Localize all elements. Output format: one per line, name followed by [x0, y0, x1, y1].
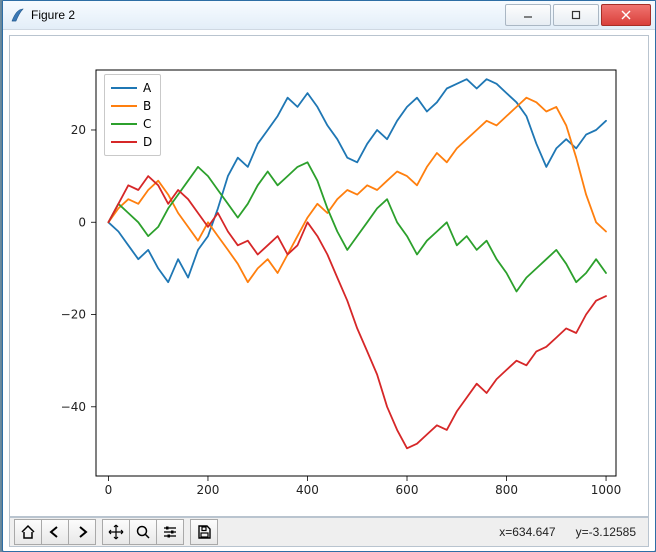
- tk-feather-icon: [9, 7, 25, 23]
- pan-button[interactable]: [102, 519, 130, 545]
- svg-text:400: 400: [296, 483, 319, 497]
- legend-entry: D: [111, 133, 152, 151]
- arrow-right-icon: [74, 524, 90, 540]
- legend-entry: B: [111, 97, 152, 115]
- legend-label: A: [143, 79, 151, 97]
- legend-entry: A: [111, 79, 152, 97]
- sliders-icon: [162, 524, 178, 540]
- legend-swatch: [111, 141, 137, 143]
- cursor-coords: x=634.647 y=-3.12585: [499, 525, 636, 539]
- svg-text:−40: −40: [61, 400, 86, 414]
- zoom-button[interactable]: [130, 519, 157, 545]
- forward-button[interactable]: [69, 519, 96, 545]
- save-button[interactable]: [190, 519, 218, 545]
- save-icon: [196, 524, 212, 540]
- maximize-button[interactable]: [553, 4, 599, 26]
- close-button[interactable]: [601, 4, 651, 26]
- svg-text:600: 600: [396, 483, 419, 497]
- svg-text:1000: 1000: [591, 483, 622, 497]
- svg-text:800: 800: [495, 483, 518, 497]
- title-bar: Figure 2: [3, 1, 655, 30]
- legend-swatch: [111, 105, 137, 107]
- svg-text:200: 200: [197, 483, 220, 497]
- svg-text:−20: −20: [61, 308, 86, 322]
- legend-label: C: [143, 115, 151, 133]
- home-button[interactable]: [14, 519, 42, 545]
- mpl-toolbar: x=634.647 y=-3.12585: [9, 517, 649, 547]
- svg-text:0: 0: [78, 215, 86, 229]
- app-window: Figure 2 0 200 400 600 800 1000 −40 −20 0 20 ABCD: [2, 0, 656, 552]
- window-title: Figure 2: [31, 8, 503, 22]
- zoom-icon: [135, 524, 151, 540]
- figure-canvas[interactable]: 0 200 400 600 800 1000 −40 −20 0 20 ABCD: [9, 35, 649, 517]
- home-icon: [20, 524, 36, 540]
- legend-entry: C: [111, 115, 152, 133]
- chart-legend: ABCD: [104, 74, 161, 156]
- legend-label: B: [143, 97, 151, 115]
- svg-text:0: 0: [105, 483, 113, 497]
- arrow-left-icon: [47, 524, 63, 540]
- legend-swatch: [111, 87, 137, 89]
- legend-swatch: [111, 123, 137, 125]
- svg-text:20: 20: [71, 123, 86, 137]
- move-icon: [108, 524, 124, 540]
- minimize-button[interactable]: [505, 4, 551, 26]
- legend-label: D: [143, 133, 152, 151]
- configure-subplots-button[interactable]: [157, 519, 184, 545]
- back-button[interactable]: [42, 519, 69, 545]
